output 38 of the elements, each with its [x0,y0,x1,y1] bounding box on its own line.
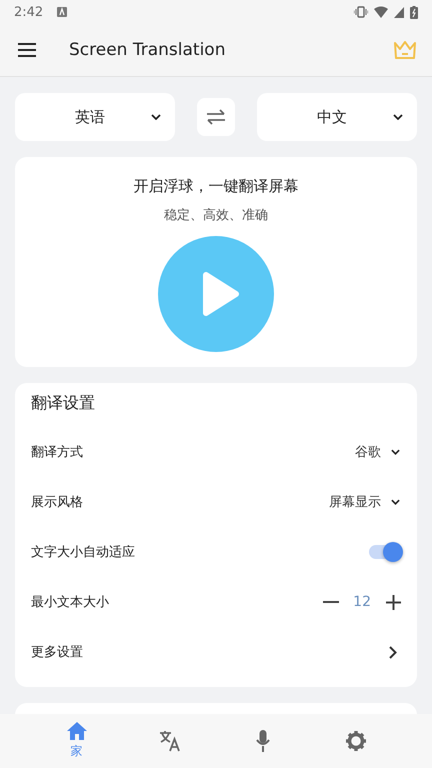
hero-title: 开启浮球，一键翻译屏幕 [134,177,298,196]
status-time: 2:42 [14,4,44,20]
microphone-icon [256,730,270,752]
setting-label: 更多设置 [31,644,84,661]
chevron-down-icon [391,449,400,455]
setting-label: 展示风格 [31,494,84,511]
app-title: Screen Translation [69,40,226,60]
crown-icon [393,40,417,60]
vibrate-icon [354,6,368,18]
hero-subtitle: 稳定、高效、准确 [164,207,268,224]
play-icon [200,271,240,317]
stepper-value: 12 [353,594,371,610]
section-title: 翻译设置 [31,393,96,414]
setting-label: 翻译方式 [31,444,84,461]
wifi-icon [374,6,388,18]
chevron-down-icon [393,114,403,120]
settings-icon [346,731,366,751]
source-language-dropdown[interactable]: 英语 [15,93,175,141]
toggle-switch[interactable] [369,545,401,559]
swap-icon [206,109,226,125]
chevron-down-icon [391,499,400,505]
plus-icon [386,594,400,610]
setting-label: 文字大小自动适应 [31,544,136,561]
battery-icon [410,6,418,18]
setting-label: 最小文本大小 [31,594,110,611]
setting-dropdown[interactable]: 谷歌 [355,443,400,461]
chevron-down-icon [151,114,161,120]
minus-icon [323,601,340,603]
setting-dropdown[interactable]: 屏幕显示 [329,493,400,511]
menu-icon [18,43,36,57]
home-icon [66,722,86,740]
swap-button[interactable] [197,98,235,136]
target-language-dropdown[interactable]: 中文 [257,93,417,141]
notification-icon [57,7,68,17]
translate-icon [158,730,180,752]
chevron-right-icon[interactable] [389,646,397,658]
signal-icon [394,6,404,18]
plus-button[interactable] [385,594,401,610]
